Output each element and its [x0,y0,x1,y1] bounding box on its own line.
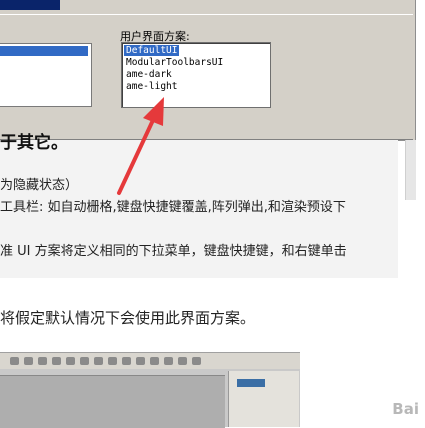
red-arrow-icon [117,97,164,195]
